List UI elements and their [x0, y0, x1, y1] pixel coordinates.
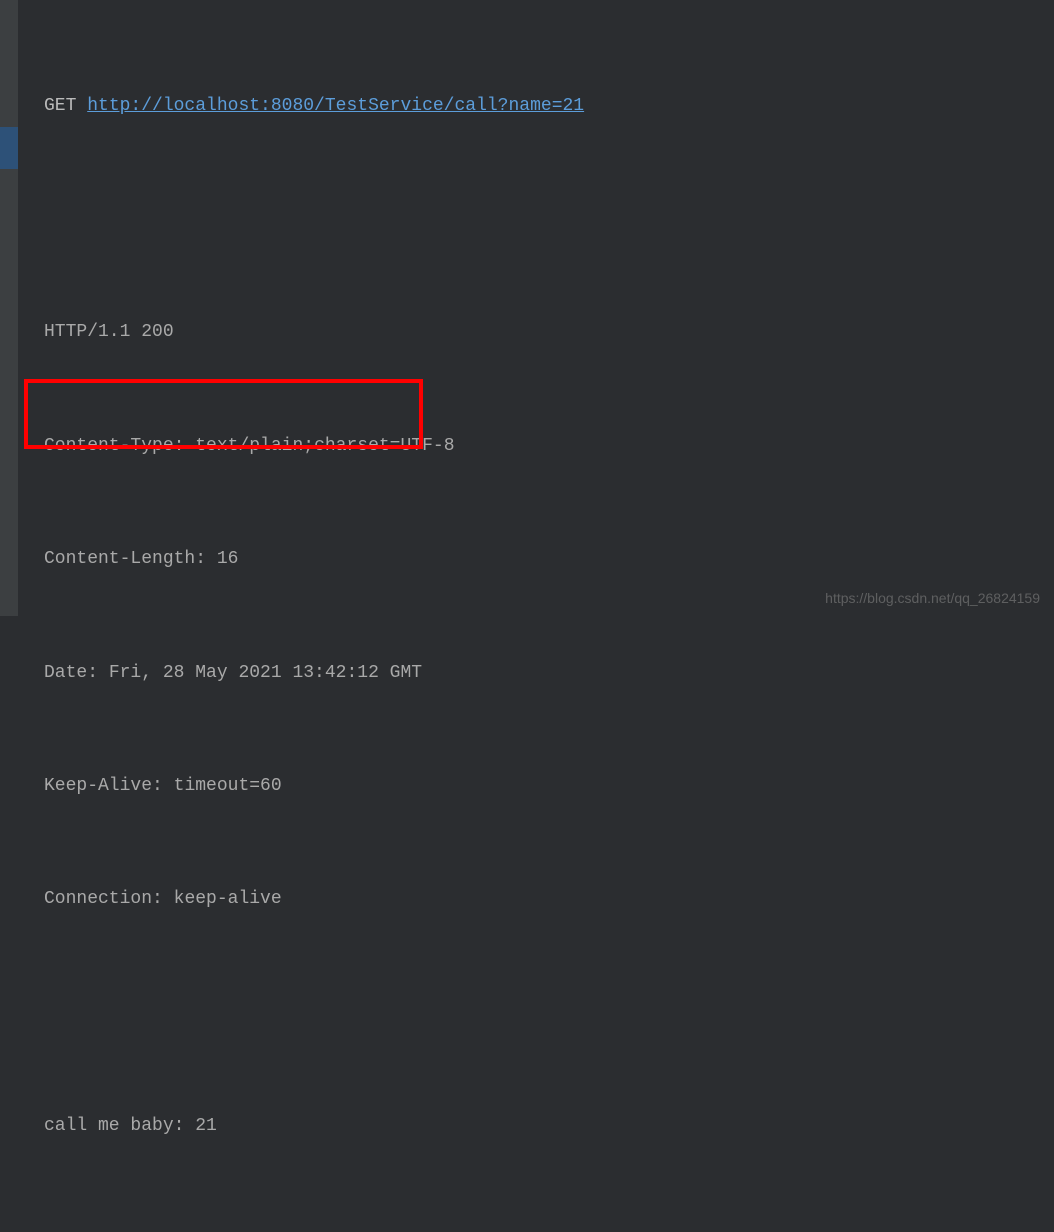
header-name: Content-Type:	[44, 436, 184, 456]
header-content-length: Content-Length: 16	[44, 541, 649, 579]
request-line: GET http://localhost:8080/TestService/ca…	[44, 88, 649, 126]
blank-line	[44, 201, 649, 239]
header-name: Connection:	[44, 889, 163, 909]
header-name: Date:	[44, 663, 98, 683]
header-date: Date: Fri, 28 May 2021 13:42:12 GMT	[44, 655, 649, 693]
header-name: Content-Length:	[44, 549, 206, 569]
header-connection: Connection: keep-alive	[44, 881, 649, 919]
response-body: call me baby: 21	[44, 1108, 649, 1146]
request-url[interactable]: http://localhost:8080/TestService/call?n…	[87, 96, 584, 116]
blank-line	[44, 995, 649, 1033]
header-content-type: Content-Type: text/plain;charset=UTF-8	[44, 428, 649, 466]
header-value: keep-alive	[174, 889, 282, 909]
header-value: timeout=60	[174, 776, 282, 796]
http-method: GET	[44, 96, 76, 116]
header-value: text/plain;charset=UTF-8	[195, 436, 454, 456]
header-name: Keep-Alive:	[44, 776, 163, 796]
http-console-output: GET http://localhost:8080/TestService/ca…	[44, 12, 649, 1232]
editor-gutter	[0, 0, 18, 616]
header-value: Fri, 28 May 2021 13:42:12 GMT	[109, 663, 422, 683]
status-line: HTTP/1.1 200	[44, 314, 649, 352]
blank-line	[44, 1222, 649, 1232]
header-keep-alive: Keep-Alive: timeout=60	[44, 768, 649, 806]
current-line-indicator	[0, 127, 18, 169]
header-value: 16	[217, 549, 239, 569]
watermark-text: https://blog.csdn.net/qq_26824159	[825, 590, 1040, 606]
